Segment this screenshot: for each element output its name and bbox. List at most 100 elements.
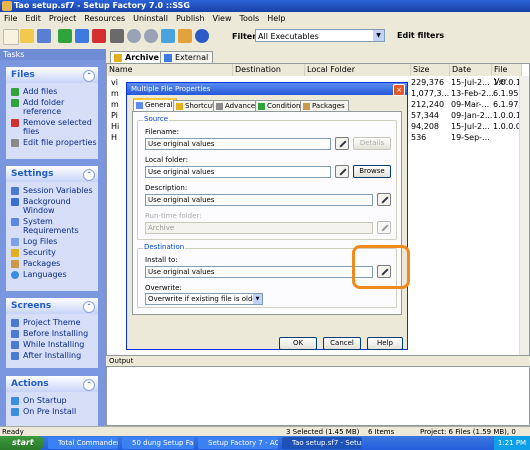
row-size: 212,240 — [411, 100, 445, 109]
publish-icon[interactable] — [178, 29, 192, 43]
details-button[interactable]: Details — [353, 137, 391, 150]
menu-edit[interactable]: Edit — [21, 12, 45, 25]
build-icon[interactable] — [161, 29, 175, 43]
row-name[interactable]: m — [111, 88, 119, 99]
menu-resources[interactable]: Resources — [80, 12, 129, 25]
task-background-window[interactable]: Background Window — [6, 197, 98, 215]
tasks-pane: Files ⌃ Add files Add folder reference Re… — [0, 60, 106, 430]
edit-description-button[interactable] — [377, 193, 391, 206]
task-on-startup[interactable]: On Startup — [6, 396, 98, 405]
column-header-local-folder[interactable]: Local Folder — [305, 64, 411, 76]
row-date: 13-Feb-2... — [451, 89, 494, 98]
download-icon[interactable] — [75, 29, 89, 43]
filter-select[interactable]: All Executables ▼ — [255, 29, 385, 42]
install-to-label: Install to: — [145, 256, 178, 264]
row-name[interactable]: H — [111, 132, 117, 143]
dialog-titlebar[interactable]: Multiple File Properties × — [127, 83, 407, 96]
vertical-scrollbar[interactable] — [519, 76, 529, 355]
overwrite-select[interactable]: Overwrite if existing file is older ▼ — [145, 293, 263, 305]
save-icon[interactable] — [37, 29, 51, 43]
task-packages[interactable]: Packages — [6, 259, 98, 268]
browse-button[interactable]: Browse — [353, 165, 391, 178]
task-security[interactable]: Security — [6, 248, 98, 257]
column-header-date[interactable]: Date — [450, 64, 492, 76]
collapse-icon[interactable]: ⌃ — [83, 70, 95, 82]
menu-tools[interactable]: Tools — [236, 12, 264, 25]
taskbar-item[interactable]: Total Commander 6.54... — [48, 437, 118, 449]
task-add-folder-reference[interactable]: Add folder reference — [6, 98, 98, 116]
task-system-requirements[interactable]: System Requirements — [6, 217, 98, 235]
screens-panel-title: Screens — [11, 301, 52, 311]
delete-icon[interactable] — [92, 29, 106, 43]
menu-publish[interactable]: Publish — [172, 12, 209, 25]
task-add-files[interactable]: Add files — [6, 87, 98, 96]
task-remove-selected-files[interactable]: Remove selected files — [6, 118, 98, 136]
install-to-field[interactable]: Use original values — [145, 266, 373, 278]
chevron-down-icon[interactable]: ▼ — [373, 30, 384, 41]
edit-filters-button[interactable]: Edit filters — [397, 31, 444, 40]
task-after-installing[interactable]: After Installing — [6, 351, 98, 360]
menu-project[interactable]: Project — [45, 12, 80, 25]
menu-uninstall[interactable]: Uninstall — [129, 12, 172, 25]
task-languages[interactable]: Languages — [6, 270, 98, 279]
row-name[interactable]: vi — [111, 77, 118, 88]
log-icon — [11, 238, 19, 246]
chevron-down-icon[interactable]: ▼ — [253, 294, 262, 304]
overwrite-label: Overwrite: — [145, 284, 182, 292]
task-label: Add files — [23, 87, 58, 96]
row-name[interactable]: m — [111, 99, 119, 110]
edit-filename-button[interactable] — [335, 137, 349, 150]
taskbar-item[interactable]: 50 dung Setup Factory... — [122, 437, 194, 449]
task-label: Session Variables — [23, 186, 93, 195]
actions-panel-header[interactable]: Actions ⌃ — [6, 376, 98, 392]
ok-button[interactable]: OK — [279, 337, 317, 350]
start-button[interactable]: start — [0, 436, 44, 450]
conditions-icon — [258, 103, 265, 110]
system-tray-clock[interactable]: 1:21 PM — [494, 436, 530, 450]
column-header-destination[interactable]: Destination — [233, 64, 305, 76]
task-while-installing[interactable]: While Installing — [6, 340, 98, 349]
task-before-installing[interactable]: Before Installing — [6, 329, 98, 338]
filename-field[interactable]: Use original values — [145, 138, 331, 150]
row-name[interactable]: Pi — [111, 110, 118, 121]
collapse-icon[interactable]: ⌃ — [83, 379, 95, 391]
filter-value: All Executables — [258, 32, 319, 41]
help-icon[interactable] — [195, 29, 209, 43]
open-folder-icon[interactable] — [20, 29, 34, 43]
row-date: 15-Jul-2... — [451, 122, 490, 131]
forward-icon[interactable] — [144, 29, 158, 43]
output-pane[interactable] — [106, 366, 530, 426]
task-on-pre-install[interactable]: On Pre Install — [6, 407, 98, 416]
properties-icon[interactable] — [110, 29, 124, 43]
screens-panel-header[interactable]: Screens ⌃ — [6, 298, 98, 314]
cancel-button[interactable]: Cancel — [323, 337, 361, 350]
collapse-icon[interactable]: ⌃ — [83, 169, 95, 181]
task-label: Add folder reference — [23, 98, 65, 116]
local-folder-field[interactable]: Use original values — [145, 166, 331, 178]
menu-help[interactable]: Help — [263, 12, 289, 25]
help-button[interactable]: Help — [367, 337, 403, 350]
menu-view[interactable]: View — [209, 12, 236, 25]
column-header-size[interactable]: Size — [411, 64, 450, 76]
menu-file[interactable]: File — [0, 12, 21, 25]
taskbar-item-active[interactable]: Tao setup.sf7 - Setup ... — [282, 437, 362, 449]
task-log-files[interactable]: Log Files — [6, 237, 98, 246]
task-label: On Startup — [23, 396, 67, 405]
new-file-icon[interactable] — [3, 29, 19, 45]
column-header-file-version[interactable]: File Ver — [492, 64, 522, 86]
add-icon[interactable] — [58, 29, 72, 43]
taskbar-item[interactable]: Setup Factory 7 - ACD... — [198, 437, 278, 449]
collapse-icon[interactable]: ⌃ — [83, 301, 95, 313]
row-name[interactable]: Hi — [111, 121, 119, 132]
settings-panel-header[interactable]: Settings ⌃ — [6, 166, 98, 182]
window-titlebar[interactable]: Tao setup.sf7 - Setup Factory 7.0 ::SSG — [0, 0, 530, 12]
back-icon[interactable] — [127, 29, 141, 43]
close-icon[interactable]: × — [393, 84, 405, 96]
column-header-name[interactable]: Name — [107, 64, 233, 76]
edit-local-folder-button[interactable] — [335, 165, 349, 178]
files-panel-header[interactable]: Files ⌃ — [6, 67, 98, 83]
task-project-theme[interactable]: Project Theme — [6, 318, 98, 327]
task-edit-file-properties[interactable]: Edit file properties — [6, 138, 98, 147]
task-session-variables[interactable]: Session Variables — [6, 186, 98, 195]
description-field[interactable]: Use original values — [145, 194, 373, 206]
